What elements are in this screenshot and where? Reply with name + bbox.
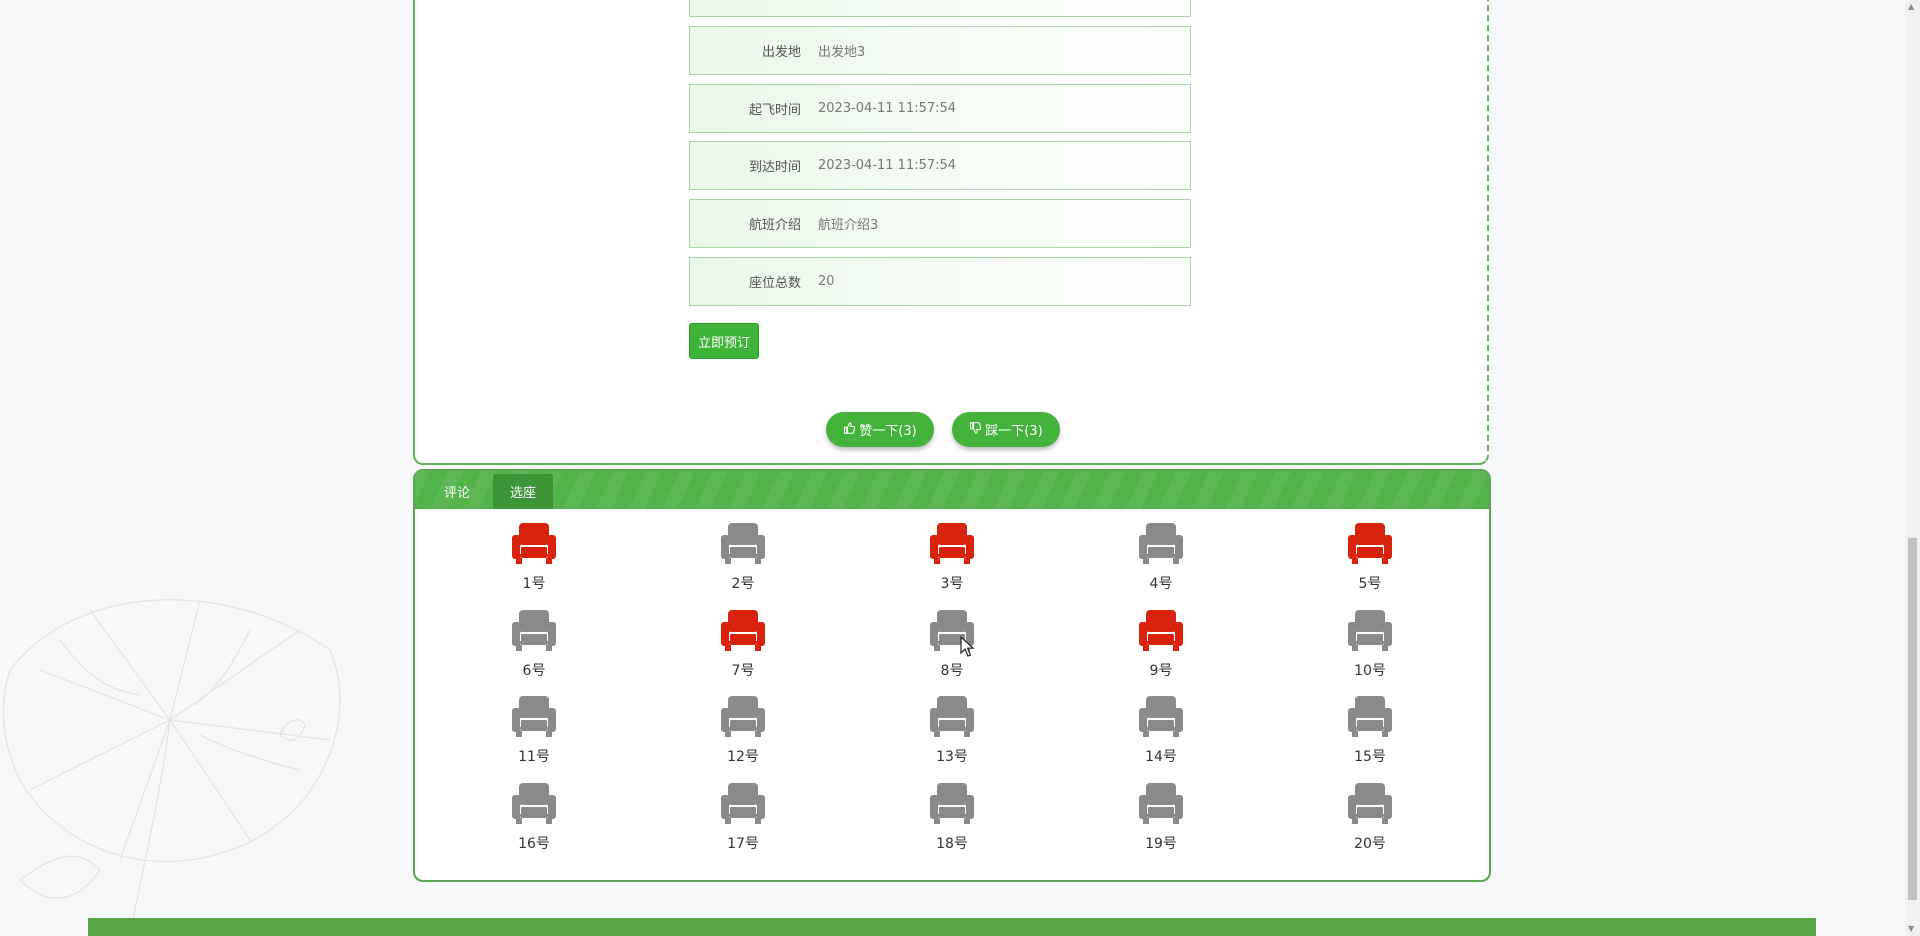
seat-label: 5号: [1358, 576, 1382, 592]
seat-label: 10号: [1354, 663, 1386, 679]
page-scrollbar[interactable]: ▲ ▼: [1905, 0, 1920, 936]
field-value: 出发地3: [818, 45, 866, 60]
thumbs-up-icon: [843, 422, 856, 437]
field-label: 起飞时间: [748, 103, 801, 118]
seat-label: 3号: [940, 576, 964, 592]
seat-label: 6号: [522, 663, 546, 679]
seat-label: 4号: [1149, 576, 1173, 592]
seat-label: 7号: [731, 663, 755, 679]
field-label: 航班介绍: [748, 218, 801, 233]
seat-item[interactable]: 14号: [1111, 696, 1211, 774]
armchair-icon: [1348, 696, 1392, 737]
dislike-label: 踩一下(3): [985, 424, 1043, 439]
armchair-icon: [1139, 696, 1183, 737]
field-label: 座位总数: [748, 276, 801, 291]
seat-label: 1号: [522, 576, 546, 592]
field-value: 2023-04-11 11:57:54: [818, 101, 957, 116]
armchair-icon: [1348, 783, 1392, 824]
armchair-icon: [512, 696, 556, 737]
field-label: 出发地: [761, 45, 801, 60]
thumbs-down-icon: [969, 422, 982, 437]
seat-item[interactable]: 18号: [902, 783, 1002, 861]
seat-item[interactable]: 17号: [693, 783, 793, 861]
seat-item[interactable]: 9号: [1111, 610, 1211, 688]
seat-item[interactable]: 15号: [1320, 696, 1420, 774]
armchair-icon: [930, 696, 974, 737]
seat-item[interactable]: 4号: [1111, 523, 1211, 601]
seat-label: 17号: [727, 836, 759, 852]
seat-item[interactable]: 2号: [693, 523, 793, 601]
armchair-icon: [512, 523, 556, 564]
field-value: 航班介绍3: [818, 218, 879, 233]
seat-label: 8号: [940, 663, 964, 679]
seat-label: 12号: [727, 749, 759, 765]
seat-item[interactable]: 12号: [693, 696, 793, 774]
armchair-icon: [721, 696, 765, 737]
scrollbar-thumb[interactable]: [1908, 538, 1917, 900]
seat-item[interactable]: 5号: [1320, 523, 1420, 601]
like-button[interactable]: 赞一下(3): [826, 412, 934, 447]
seat-label: 14号: [1145, 749, 1177, 765]
like-label: 赞一下(3): [859, 424, 917, 439]
armchair-icon: [930, 523, 974, 564]
seat-label: 13号: [936, 749, 968, 765]
armchair-icon: [1348, 610, 1392, 651]
seat-item[interactable]: 7号: [693, 610, 793, 688]
field-takeoff-time: 起飞时间 2023-04-11 11:57:54: [689, 84, 1191, 133]
armchair-icon: [512, 610, 556, 651]
seat-label: 16号: [518, 836, 550, 852]
seat-label: 2号: [731, 576, 755, 592]
seat-label: 9号: [1149, 663, 1173, 679]
seat-label: 11号: [518, 749, 550, 765]
field-value: 2023-04-11 11:57:54: [818, 158, 957, 173]
seat-item[interactable]: 13号: [902, 696, 1002, 774]
tab-bar: 评论 选座: [415, 471, 1489, 509]
armchair-icon: [721, 523, 765, 564]
seat-item[interactable]: 20号: [1320, 783, 1420, 861]
footer-band: [88, 918, 1816, 936]
seat-item[interactable]: 8号: [902, 610, 1002, 688]
book-now-button[interactable]: 立即预订: [689, 323, 759, 359]
dislike-button[interactable]: 踩一下(3): [952, 412, 1060, 447]
field-flight-intro: 航班介绍 航班介绍3: [689, 199, 1191, 248]
seat-item[interactable]: 19号: [1111, 783, 1211, 861]
armchair-icon: [1139, 523, 1183, 564]
mouse-cursor-icon: [960, 636, 975, 657]
seat-item[interactable]: 6号: [484, 610, 584, 688]
armchair-icon: [1139, 783, 1183, 824]
scroll-down-arrow-icon[interactable]: ▼: [1908, 924, 1914, 933]
field-label: 到达时间: [748, 160, 801, 175]
seat-label: 18号: [936, 836, 968, 852]
armchair-icon: [721, 610, 765, 651]
field-value: 20: [818, 274, 835, 289]
seat-item[interactable]: 10号: [1320, 610, 1420, 688]
seat-item[interactable]: 3号: [902, 523, 1002, 601]
seat-label: 19号: [1145, 836, 1177, 852]
armchair-icon: [721, 783, 765, 824]
lotus-background-decoration: [2, 599, 341, 936]
armchair-icon: [930, 783, 974, 824]
seat-item[interactable]: 1号: [484, 523, 584, 601]
field-arrival-time: 到达时间 2023-04-11 11:57:54: [689, 141, 1191, 190]
seat-item[interactable]: 11号: [484, 696, 584, 774]
seat-selection-panel: 评论 选座 1号 2号 3号 4号 5号 6号 7号 8号 9号 10号 11号 12号 13号 14号 1…: [413, 469, 1491, 882]
armchair-icon: [512, 783, 556, 824]
field-total-seats: 座位总数 20: [689, 257, 1191, 306]
armchair-icon: [1348, 523, 1392, 564]
tab-comments[interactable]: 评论: [427, 474, 487, 509]
scroll-up-arrow-icon[interactable]: ▲: [1908, 2, 1914, 11]
tab-seat-selection[interactable]: 选座: [493, 474, 553, 509]
armchair-icon: [1139, 610, 1183, 651]
field-partial-top: [689, 0, 1191, 17]
seat-item[interactable]: 16号: [484, 783, 584, 861]
seat-label: 20号: [1354, 836, 1386, 852]
seat-label: 15号: [1354, 749, 1386, 765]
field-departure: 出发地 出发地3: [689, 26, 1191, 75]
